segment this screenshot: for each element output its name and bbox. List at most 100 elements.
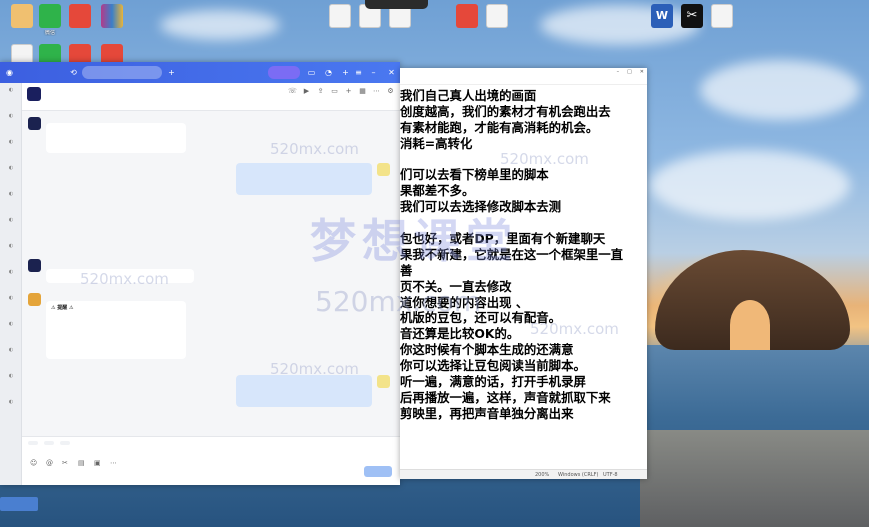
close-icon[interactable]: ✕: [386, 67, 397, 78]
document-icon-4-glyph: [486, 4, 508, 28]
group-avatar[interactable]: [27, 87, 41, 101]
cloud: [160, 10, 280, 40]
chat-window: ◉ ⟲ + ▭ ◔ + ≡ – ✕ ◐ ◐ ◐ ◐ ◐ ◐ ◐ ◐ ◐ ◐ ◐ …: [0, 62, 400, 485]
quick-reply-2[interactable]: [44, 441, 54, 445]
add-icon[interactable]: +: [166, 67, 177, 78]
text-line: 包也好，或者DP，里面有个新建聊天: [400, 231, 606, 247]
notepad-titlebar: – □ ✕: [400, 68, 647, 77]
history-icon[interactable]: ⟲: [68, 67, 79, 78]
minimize-icon[interactable]: –: [368, 67, 379, 78]
settings-icon[interactable]: ⚙: [386, 87, 395, 96]
message-bubble: [236, 375, 372, 407]
vip-button[interactable]: [268, 66, 300, 79]
warning-title: ⚠ 提醒 ⚠: [51, 305, 74, 311]
phone-icon[interactable]: ☏: [288, 87, 297, 96]
message-list: ⚠ 提醒 ⚠: [22, 111, 400, 436]
message-composer: ☺ @ ✂ ▤ ▣ ⋯: [22, 436, 400, 485]
avatar[interactable]: [377, 375, 390, 388]
menu-icon[interactable]: ≡: [353, 67, 364, 78]
quick-reply-3[interactable]: [60, 441, 70, 445]
search-input[interactable]: [82, 66, 162, 79]
app-logo-icon: ◉: [6, 68, 13, 77]
message-bubble: [46, 269, 194, 283]
text-line: 音还算是比较OK的。: [400, 326, 520, 342]
sand: [640, 430, 869, 527]
document-icon-5[interactable]: [702, 4, 742, 30]
more-icon[interactable]: ⋯: [372, 87, 381, 96]
list-item[interactable]: ◐: [3, 165, 19, 179]
list-item[interactable]: ◐: [3, 243, 19, 257]
text-line: 听一遍，满意的话，打开手机录屏: [400, 374, 586, 390]
screen-share-icon[interactable]: ▭: [330, 87, 339, 96]
text-line: [400, 152, 647, 168]
scissors-icon[interactable]: ✂: [62, 459, 70, 467]
text-line: 善: [400, 262, 413, 278]
screen-icon[interactable]: ▭: [306, 67, 317, 78]
zoom-level: 200%: [535, 472, 550, 478]
document-icon-1-glyph: [329, 4, 351, 28]
list-item[interactable]: ◐: [3, 347, 19, 361]
app-icon[interactable]: ▦: [358, 87, 367, 96]
notepad-menu[interactable]: [400, 77, 647, 85]
add-member-icon[interactable]: +: [344, 87, 353, 96]
text-line: 你这时候有个脚本生成的还满意: [400, 342, 574, 358]
chat-titlebar: ◉ ⟲ + ▭ ◔ + ≡ – ✕: [0, 62, 400, 83]
avatar[interactable]: [377, 163, 390, 176]
rock-arch: [730, 300, 770, 350]
list-item[interactable]: ◐: [3, 217, 19, 231]
text-line: 果我不新建，它就是在这一个框架里一直: [400, 246, 624, 262]
desktop-icon-label: 微信: [44, 30, 55, 36]
plus-icon[interactable]: +: [340, 67, 351, 78]
status-bar: 200% Windows (CRLF) UTF-8: [400, 469, 647, 479]
list-item[interactable]: ◐: [3, 269, 19, 283]
share-icon[interactable]: ⇪: [316, 87, 325, 96]
text-line: 后再播放一遍，这样，声音就抓取下来: [400, 389, 611, 405]
file-icon[interactable]: ▤: [78, 459, 86, 467]
list-item[interactable]: ◐: [3, 373, 19, 387]
more-tools-icon[interactable]: ⋯: [110, 459, 118, 467]
list-item[interactable]: ◐: [3, 87, 19, 101]
emoji-icon[interactable]: ☺: [30, 459, 38, 467]
list-item[interactable]: ◐: [3, 399, 19, 413]
avatar[interactable]: [28, 259, 41, 272]
text-line: 我们自己真人出境的画面: [400, 88, 537, 103]
at-icon[interactable]: @: [46, 459, 54, 467]
avatar[interactable]: [28, 293, 41, 306]
chat-header: ☏ ▶ ⇪ ▭ + ▦ ⋯ ⚙: [22, 83, 400, 111]
notepad-window: – □ ✕ 我们自己真人出境的画面 创度越高，我们的素材才有机会跑出去 有素材能跑，…: [400, 68, 647, 479]
text-line: 创度越高，我们的素材才有机会跑出去: [400, 103, 611, 119]
winrar-icon[interactable]: [92, 4, 132, 30]
avatar[interactable]: [28, 117, 41, 130]
recording-pill[interactable]: [365, 0, 428, 9]
message-bubble: [236, 163, 372, 195]
text-line: 剪映里，再把声音单独分离出来: [400, 405, 574, 421]
line-ending: Windows (CRLF): [558, 472, 599, 478]
image-icon[interactable]: ▣: [94, 459, 102, 467]
text-line: 道你想要的内容出现 、: [400, 294, 529, 310]
text-line: 消耗=高转化: [400, 135, 473, 151]
app-red-icon-glyph: [69, 4, 91, 28]
text-line: 有素材能跑，才能有高消耗的机会。: [400, 119, 599, 135]
maximize-icon[interactable]: □: [627, 68, 632, 77]
conversation-list: ◐ ◐ ◐ ◐ ◐ ◐ ◐ ◐ ◐ ◐ ◐ ◐ ◐: [0, 83, 22, 485]
list-item[interactable]: ◐: [3, 321, 19, 335]
minimize-icon[interactable]: –: [617, 68, 620, 77]
cloud: [700, 60, 860, 120]
warning-card: ⚠ 提醒 ⚠: [46, 301, 186, 359]
send-button[interactable]: [364, 466, 392, 477]
video-icon[interactable]: ▶: [302, 87, 311, 96]
bell-icon[interactable]: ◔: [323, 67, 334, 78]
message-bubble: [46, 123, 186, 153]
taskbar-item[interactable]: [0, 497, 38, 511]
wechat-icon-glyph: [39, 4, 61, 28]
notepad-text-area[interactable]: 我们自己真人出境的画面 创度越高，我们的素材才有机会跑出去 有素材能跑，才能有高消耗…: [400, 88, 647, 469]
text-line: 们可以去看下榜单里的脚本: [400, 167, 549, 183]
list-item[interactable]: ◐: [3, 191, 19, 205]
document-icon-4[interactable]: [477, 4, 517, 30]
list-item[interactable]: ◐: [3, 113, 19, 127]
close-icon[interactable]: ✕: [640, 68, 644, 77]
list-item[interactable]: ◐: [3, 295, 19, 309]
list-item[interactable]: ◐: [3, 139, 19, 153]
quick-reply-1[interactable]: [28, 441, 38, 445]
text-line: 果都差不多。: [400, 183, 475, 199]
